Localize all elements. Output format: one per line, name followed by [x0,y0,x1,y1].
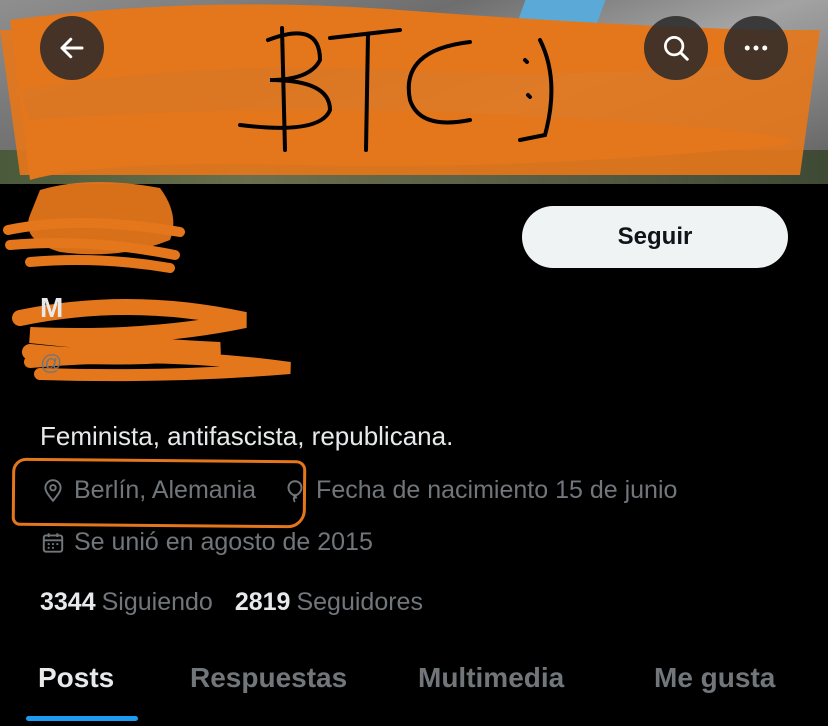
joined-text: Se unió en agosto de 2015 [74,528,373,556]
tab-respuestas[interactable]: Respuestas [190,662,347,694]
joined-row: Se unió en agosto de 2015 [40,528,373,557]
followers-count: 2819 [234,588,291,616]
location-text: Berlín, Alemania [74,476,257,504]
avatar-scribble [28,181,174,255]
search-icon [664,36,689,61]
banner-curb [514,0,606,30]
profile-meta-row: Berlín, Alemania Fecha de nacimiento 15 … [40,476,703,505]
following-count: 3344 [40,588,96,616]
location-pin-icon [44,478,62,502]
profile-tabs: Posts Respuestas Multimedia Me gusta [0,650,828,726]
search-button[interactable] [644,16,708,80]
follow-stats: 3344 Siguiendo 2819 Seguidores [40,588,445,617]
birthday-item: Fecha de nacimiento 15 de junio [282,476,677,505]
birthday-text: Fecha de nacimiento 15 de junio [316,476,678,504]
handle-scribble [24,351,291,382]
balloon-icon [287,479,303,502]
active-tab-indicator [26,716,138,721]
arrow-left-icon [60,37,84,59]
back-button[interactable] [40,16,104,80]
following-stat[interactable]: 3344 Siguiendo [40,588,213,617]
more-horizontal-icon [744,45,768,51]
display-name: M [40,292,64,323]
calendar-icon [42,532,64,553]
tab-posts[interactable]: Posts [38,662,114,694]
location-item: Berlín, Alemania [40,476,256,505]
user-handle: @ [40,350,63,375]
more-button[interactable] [724,16,788,80]
following-label: Siguiendo [101,588,213,616]
tab-multimedia[interactable]: Multimedia [418,662,564,694]
followers-stat[interactable]: 2819 Seguidores [235,588,423,617]
banner-grass [0,150,828,184]
profile-banner[interactable] [0,0,828,184]
profile-bio: Feminista, antifascista, republicana. [40,421,454,451]
tab-me-gusta[interactable]: Me gusta [654,662,775,694]
follow-button[interactable]: Seguir [522,206,788,268]
followers-label: Seguidores [296,588,423,616]
